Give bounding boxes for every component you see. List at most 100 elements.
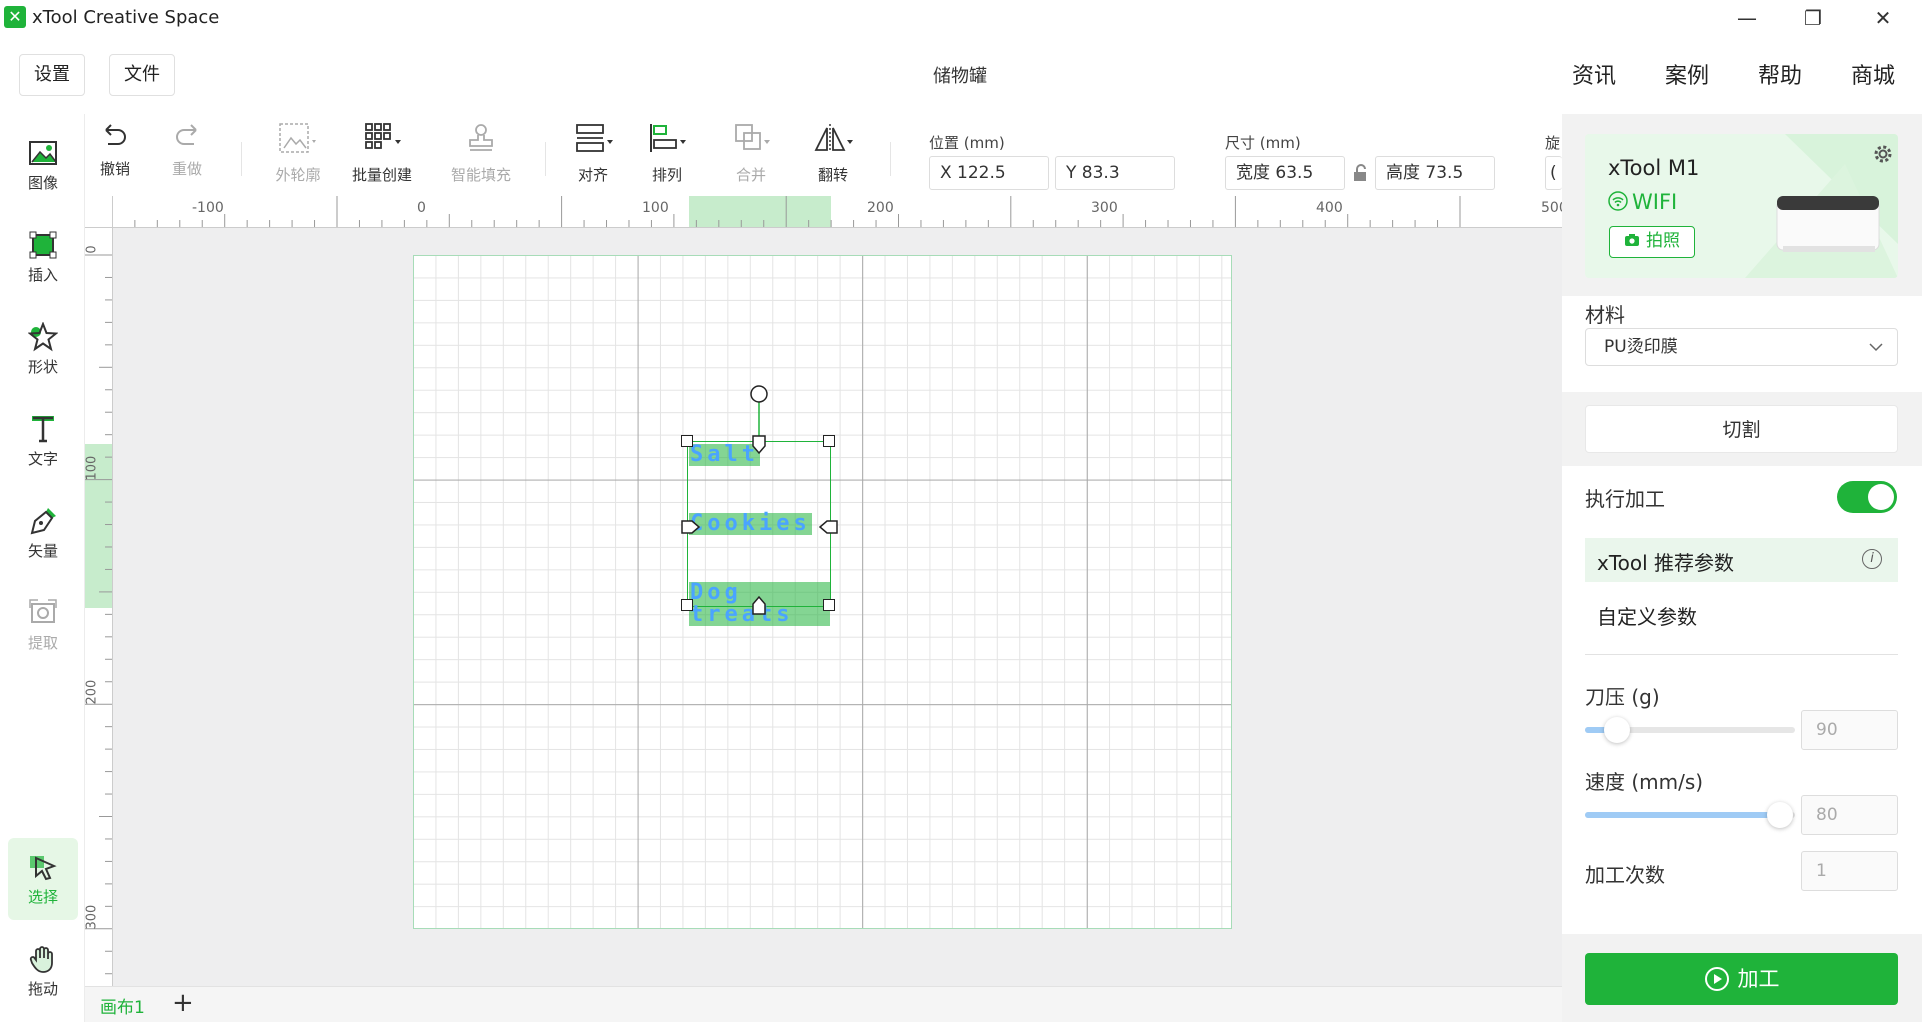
wifi-icon xyxy=(1608,191,1628,211)
ruler-label: -100 xyxy=(192,200,224,216)
ruler-label: 300 xyxy=(85,904,100,930)
transform-handles[interactable] xyxy=(680,380,840,620)
device-settings-button[interactable] xyxy=(1872,143,1894,169)
recommended-params-label: xTool 推荐参数 xyxy=(1597,551,1735,575)
canvas-tab-bar xyxy=(85,986,1562,1022)
cut-mode-button[interactable]: 切割 xyxy=(1585,405,1898,453)
grid-icon xyxy=(365,123,401,149)
resize-handle-top[interactable] xyxy=(752,435,766,455)
minimize-button[interactable]: — xyxy=(1722,4,1772,32)
shape-tool[interactable]: 形状 xyxy=(8,308,78,390)
drag-tool[interactable]: 拖动 xyxy=(8,930,78,1012)
rotate-handle[interactable] xyxy=(750,385,768,403)
star-icon xyxy=(28,322,58,352)
align-button[interactable]: 对齐 xyxy=(573,122,613,185)
batch-create-button[interactable]: 批量创建 xyxy=(350,122,414,185)
flip-button[interactable]: 翻转 xyxy=(813,122,853,185)
combine-button[interactable]: 合并 xyxy=(731,122,771,185)
arrange-icon xyxy=(650,124,686,152)
redo-button[interactable]: 重做 xyxy=(167,122,207,179)
file-button[interactable]: 文件 xyxy=(109,54,175,96)
align-icon xyxy=(576,124,613,152)
chevron-down-icon xyxy=(1869,343,1883,352)
camera-icon xyxy=(1625,234,1639,246)
y-position-field[interactable]: Y 83.3 xyxy=(1055,156,1175,190)
stamp-icon xyxy=(469,124,493,151)
add-canvas-button[interactable]: + xyxy=(172,988,194,1018)
unlock-icon xyxy=(1354,164,1366,181)
material-label: 材料 xyxy=(1585,303,1625,327)
x-position-field[interactable]: X 122.5 xyxy=(929,156,1049,190)
start-process-button[interactable]: 加工 xyxy=(1585,953,1898,1005)
insert-tool[interactable]: 插入 xyxy=(8,216,78,298)
speed-input[interactable]: 80 xyxy=(1801,795,1898,835)
cursor-icon xyxy=(30,856,57,881)
rotate-field[interactable]: ( xyxy=(1545,156,1562,190)
speed-slider[interactable] xyxy=(1585,802,1795,828)
ruler-corner xyxy=(85,196,113,228)
toolbar-divider xyxy=(890,142,891,176)
settings-button[interactable]: 设置 xyxy=(19,54,85,96)
arrange-button[interactable]: 排列 xyxy=(647,122,687,185)
ruler-label: 500 xyxy=(1541,200,1562,216)
text-tool[interactable]: 文字 xyxy=(8,400,78,482)
ruler-label: 200 xyxy=(867,200,894,216)
lock-ratio-button[interactable] xyxy=(1352,164,1368,186)
close-button[interactable]: ✕ xyxy=(1858,4,1908,32)
left-toolbar: 图像 插入 形状 文字 矢量 提取 选择 拖动 xyxy=(0,114,85,1022)
device-name: xTool M1 xyxy=(1608,156,1700,180)
smart-fill-button[interactable]: 智能填充 xyxy=(449,122,513,185)
pressure-input[interactable]: 90 xyxy=(1801,710,1898,750)
ruler-label: 100 xyxy=(85,455,100,481)
restore-button[interactable]: ❐ xyxy=(1788,4,1838,32)
undo-button[interactable]: 撤销 xyxy=(95,122,135,179)
ruler-label: 200 xyxy=(85,679,100,705)
connection-status: WIFI xyxy=(1608,190,1677,214)
document-title: 储物罐 xyxy=(933,66,987,87)
size-label: 尺寸 (mm) xyxy=(1225,134,1301,152)
store-link[interactable]: 商城 xyxy=(1851,58,1895,90)
material-select[interactable]: PU烫印膜 xyxy=(1585,328,1898,366)
passes-input[interactable]: 1 xyxy=(1801,851,1898,891)
combine-icon xyxy=(735,124,770,150)
pressure-slider-knob[interactable] xyxy=(1603,717,1630,743)
canvas-tab-1[interactable]: 画布1 xyxy=(100,993,145,1018)
resize-handle-right[interactable] xyxy=(818,520,838,534)
top-ruler-ticks xyxy=(134,196,1461,227)
connection-label: WIFI xyxy=(1632,190,1678,214)
outline-button[interactable]: 外轮廓 xyxy=(268,122,328,185)
pressure-slider[interactable] xyxy=(1585,717,1795,743)
help-link[interactable]: 帮助 xyxy=(1758,58,1802,90)
execute-label: 执行加工 xyxy=(1585,487,1665,511)
left-ruler-ticks xyxy=(85,254,112,975)
position-label: 位置 (mm) xyxy=(929,134,1005,152)
width-field[interactable]: 宽度 63.5 xyxy=(1225,156,1345,190)
height-field[interactable]: 高度 73.5 xyxy=(1375,156,1495,190)
pressure-label: 刀压 (g) xyxy=(1585,685,1660,709)
rotate-label: 旋 xyxy=(1545,134,1561,152)
divider xyxy=(1585,654,1898,655)
resize-handle-left[interactable] xyxy=(681,520,701,534)
speed-label: 速度 (mm/s) xyxy=(1585,770,1704,794)
photo-button[interactable]: 拍照 xyxy=(1609,226,1695,258)
vector-tool[interactable]: 矢量 xyxy=(8,492,78,574)
app-title: xTool Creative Space xyxy=(32,7,220,28)
ruler-label: 0 xyxy=(417,200,426,216)
redo-icon xyxy=(176,124,197,145)
select-tool[interactable]: 选择 xyxy=(8,838,78,920)
info-icon[interactable]: i xyxy=(1862,549,1882,569)
flip-icon xyxy=(814,124,853,152)
image-tool[interactable]: 图像 xyxy=(8,124,78,206)
gear-icon xyxy=(1874,145,1892,163)
news-link[interactable]: 资讯 xyxy=(1572,58,1616,90)
passes-label: 加工次数 xyxy=(1585,863,1665,887)
extract-tool[interactable]: 提取 xyxy=(8,584,78,666)
top-ruler: -100 0 100 200 300 400 500 xyxy=(113,196,1562,228)
resize-handle-bottom[interactable] xyxy=(752,595,766,615)
ruler-label: 400 xyxy=(1316,200,1343,216)
ruler-label: 0 xyxy=(85,245,100,254)
execute-toggle[interactable] xyxy=(1837,481,1897,513)
custom-params-option[interactable]: 自定义参数 xyxy=(1597,601,1697,630)
toolbar-divider xyxy=(241,142,242,176)
cases-link[interactable]: 案例 xyxy=(1665,58,1709,90)
